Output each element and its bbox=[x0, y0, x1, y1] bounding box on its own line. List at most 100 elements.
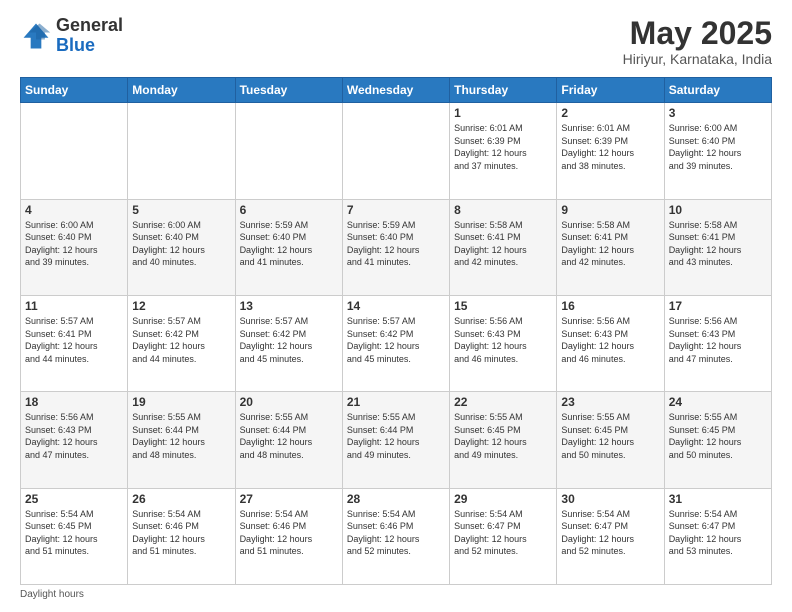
header-saturday: Saturday bbox=[664, 78, 771, 103]
day-info: Sunrise: 5:54 AM Sunset: 6:47 PM Dayligh… bbox=[669, 508, 767, 558]
calendar-cell: 6Sunrise: 5:59 AM Sunset: 6:40 PM Daylig… bbox=[235, 199, 342, 295]
header-tuesday: Tuesday bbox=[235, 78, 342, 103]
header: General Blue May 2025 Hiriyur, Karnataka… bbox=[20, 16, 772, 67]
day-info: Sunrise: 5:59 AM Sunset: 6:40 PM Dayligh… bbox=[240, 219, 338, 269]
day-number: 8 bbox=[454, 203, 552, 217]
week-row-3: 11Sunrise: 5:57 AM Sunset: 6:41 PM Dayli… bbox=[21, 295, 772, 391]
day-info: Sunrise: 5:56 AM Sunset: 6:43 PM Dayligh… bbox=[25, 411, 123, 461]
week-row-1: 1 Sunrise: 6:01 AM Sunset: 6:39 PM Daylig… bbox=[21, 103, 772, 199]
week-row-4: 18Sunrise: 5:56 AM Sunset: 6:43 PM Dayli… bbox=[21, 392, 772, 488]
day-info: Sunrise: 6:01 AM Sunset: 6:39 PM Dayligh… bbox=[454, 122, 552, 172]
calendar-cell: 25Sunrise: 5:54 AM Sunset: 6:45 PM Dayli… bbox=[21, 488, 128, 584]
calendar-cell bbox=[128, 103, 235, 199]
header-thursday: Thursday bbox=[450, 78, 557, 103]
logo-icon bbox=[20, 20, 52, 52]
calendar-cell: 28 Sunrise: 5:54 AM Sunset: 6:46 PM Dayli… bbox=[342, 488, 449, 584]
day-info: Sunrise: 6:00 AM Sunset: 6:40 PM Dayligh… bbox=[132, 219, 230, 269]
day-info: Sunrise: 5:55 AM Sunset: 6:45 PM Dayligh… bbox=[669, 411, 767, 461]
day-number: 29 bbox=[454, 492, 552, 506]
day-number: 4 bbox=[25, 203, 123, 217]
calendar-cell: 21 Sunrise: 5:55 AM Sunset: 6:44 PM Dayli… bbox=[342, 392, 449, 488]
calendar-cell: 23Sunrise: 5:55 AM Sunset: 6:45 PM Dayli… bbox=[557, 392, 664, 488]
logo-blue-text: Blue bbox=[56, 36, 123, 56]
day-info: Sunrise: 5:58 AM Sunset: 6:41 PM Dayligh… bbox=[669, 219, 767, 269]
calendar-cell bbox=[342, 103, 449, 199]
day-number: 26 bbox=[132, 492, 230, 506]
day-number: 13 bbox=[240, 299, 338, 313]
day-info: Sunrise: 6:00 AM Sunset: 6:40 PM Dayligh… bbox=[25, 219, 123, 269]
day-number: 11 bbox=[25, 299, 123, 313]
day-info: Sunrise: 6:00 AM Sunset: 6:40 PM Dayligh… bbox=[669, 122, 767, 172]
header-sunday: Sunday bbox=[21, 78, 128, 103]
day-number: 15 bbox=[454, 299, 552, 313]
day-info: Sunrise: 5:54 AM Sunset: 6:47 PM Dayligh… bbox=[561, 508, 659, 558]
day-number: 1 bbox=[454, 106, 552, 120]
calendar-cell: 4 Sunrise: 6:00 AM Sunset: 6:40 PM Daylig… bbox=[21, 199, 128, 295]
day-number: 16 bbox=[561, 299, 659, 313]
calendar-cell: 5 Sunrise: 6:00 AM Sunset: 6:40 PM Daylig… bbox=[128, 199, 235, 295]
calendar-cell: 3Sunrise: 6:00 AM Sunset: 6:40 PM Daylig… bbox=[664, 103, 771, 199]
footer-note: Daylight hours bbox=[20, 589, 772, 600]
day-number: 27 bbox=[240, 492, 338, 506]
week-row-5: 25Sunrise: 5:54 AM Sunset: 6:45 PM Dayli… bbox=[21, 488, 772, 584]
day-number: 25 bbox=[25, 492, 123, 506]
day-number: 21 bbox=[347, 395, 445, 409]
calendar-table: SundayMondayTuesdayWednesdayThursdayFrid… bbox=[20, 77, 772, 585]
calendar-header-row: SundayMondayTuesdayWednesdayThursdayFrid… bbox=[21, 78, 772, 103]
calendar-cell: 24 Sunrise: 5:55 AM Sunset: 6:45 PM Dayli… bbox=[664, 392, 771, 488]
calendar-cell: 13 Sunrise: 5:57 AM Sunset: 6:42 PM Dayli… bbox=[235, 295, 342, 391]
day-number: 28 bbox=[347, 492, 445, 506]
day-info: Sunrise: 6:01 AM Sunset: 6:39 PM Dayligh… bbox=[561, 122, 659, 172]
calendar-cell: 15 Sunrise: 5:56 AM Sunset: 6:43 PM Dayli… bbox=[450, 295, 557, 391]
day-info: Sunrise: 5:57 AM Sunset: 6:42 PM Dayligh… bbox=[347, 315, 445, 365]
calendar-cell: 27 Sunrise: 5:54 AM Sunset: 6:46 PM Dayli… bbox=[235, 488, 342, 584]
header-friday: Friday bbox=[557, 78, 664, 103]
calendar-cell: 26 Sunrise: 5:54 AM Sunset: 6:46 PM Dayli… bbox=[128, 488, 235, 584]
day-info: Sunrise: 5:54 AM Sunset: 6:46 PM Dayligh… bbox=[240, 508, 338, 558]
day-number: 19 bbox=[132, 395, 230, 409]
logo-general-text: General bbox=[56, 16, 123, 36]
day-number: 23 bbox=[561, 395, 659, 409]
calendar-cell: 7Sunrise: 5:59 AM Sunset: 6:40 PM Daylig… bbox=[342, 199, 449, 295]
day-number: 7 bbox=[347, 203, 445, 217]
day-info: Sunrise: 5:58 AM Sunset: 6:41 PM Dayligh… bbox=[561, 219, 659, 269]
week-row-2: 4 Sunrise: 6:00 AM Sunset: 6:40 PM Daylig… bbox=[21, 199, 772, 295]
day-info: Sunrise: 5:56 AM Sunset: 6:43 PM Dayligh… bbox=[454, 315, 552, 365]
day-number: 30 bbox=[561, 492, 659, 506]
day-info: Sunrise: 5:54 AM Sunset: 6:46 PM Dayligh… bbox=[347, 508, 445, 558]
day-info: Sunrise: 5:57 AM Sunset: 6:42 PM Dayligh… bbox=[240, 315, 338, 365]
day-info: Sunrise: 5:55 AM Sunset: 6:44 PM Dayligh… bbox=[347, 411, 445, 461]
calendar-cell: 10 Sunrise: 5:58 AM Sunset: 6:41 PM Dayli… bbox=[664, 199, 771, 295]
day-number: 17 bbox=[669, 299, 767, 313]
day-info: Sunrise: 5:56 AM Sunset: 6:43 PM Dayligh… bbox=[669, 315, 767, 365]
calendar-cell: 31 Sunrise: 5:54 AM Sunset: 6:47 PM Dayli… bbox=[664, 488, 771, 584]
day-number: 14 bbox=[347, 299, 445, 313]
calendar-cell: 1 Sunrise: 6:01 AM Sunset: 6:39 PM Daylig… bbox=[450, 103, 557, 199]
day-number: 12 bbox=[132, 299, 230, 313]
day-number: 2 bbox=[561, 106, 659, 120]
day-info: Sunrise: 5:55 AM Sunset: 6:45 PM Dayligh… bbox=[454, 411, 552, 461]
day-info: Sunrise: 5:54 AM Sunset: 6:46 PM Dayligh… bbox=[132, 508, 230, 558]
day-info: Sunrise: 5:58 AM Sunset: 6:41 PM Dayligh… bbox=[454, 219, 552, 269]
title-block: May 2025 Hiriyur, Karnataka, India bbox=[623, 16, 772, 67]
calendar-cell: 2 Sunrise: 6:01 AM Sunset: 6:39 PM Daylig… bbox=[557, 103, 664, 199]
month-title: May 2025 bbox=[623, 16, 772, 51]
day-info: Sunrise: 5:56 AM Sunset: 6:43 PM Dayligh… bbox=[561, 315, 659, 365]
day-number: 5 bbox=[132, 203, 230, 217]
day-number: 22 bbox=[454, 395, 552, 409]
calendar-cell: 16 Sunrise: 5:56 AM Sunset: 6:43 PM Dayli… bbox=[557, 295, 664, 391]
calendar-cell: 19Sunrise: 5:55 AM Sunset: 6:44 PM Dayli… bbox=[128, 392, 235, 488]
header-wednesday: Wednesday bbox=[342, 78, 449, 103]
calendar-cell: 18Sunrise: 5:56 AM Sunset: 6:43 PM Dayli… bbox=[21, 392, 128, 488]
day-number: 10 bbox=[669, 203, 767, 217]
day-number: 31 bbox=[669, 492, 767, 506]
day-info: Sunrise: 5:55 AM Sunset: 6:44 PM Dayligh… bbox=[240, 411, 338, 461]
day-number: 24 bbox=[669, 395, 767, 409]
calendar-cell: 20 Sunrise: 5:55 AM Sunset: 6:44 PM Dayli… bbox=[235, 392, 342, 488]
calendar-cell: 11Sunrise: 5:57 AM Sunset: 6:41 PM Dayli… bbox=[21, 295, 128, 391]
page: General Blue May 2025 Hiriyur, Karnataka… bbox=[0, 0, 792, 612]
calendar-cell: 30 Sunrise: 5:54 AM Sunset: 6:47 PM Dayli… bbox=[557, 488, 664, 584]
day-number: 20 bbox=[240, 395, 338, 409]
calendar-cell: 12Sunrise: 5:57 AM Sunset: 6:42 PM Dayli… bbox=[128, 295, 235, 391]
day-info: Sunrise: 5:54 AM Sunset: 6:47 PM Dayligh… bbox=[454, 508, 552, 558]
